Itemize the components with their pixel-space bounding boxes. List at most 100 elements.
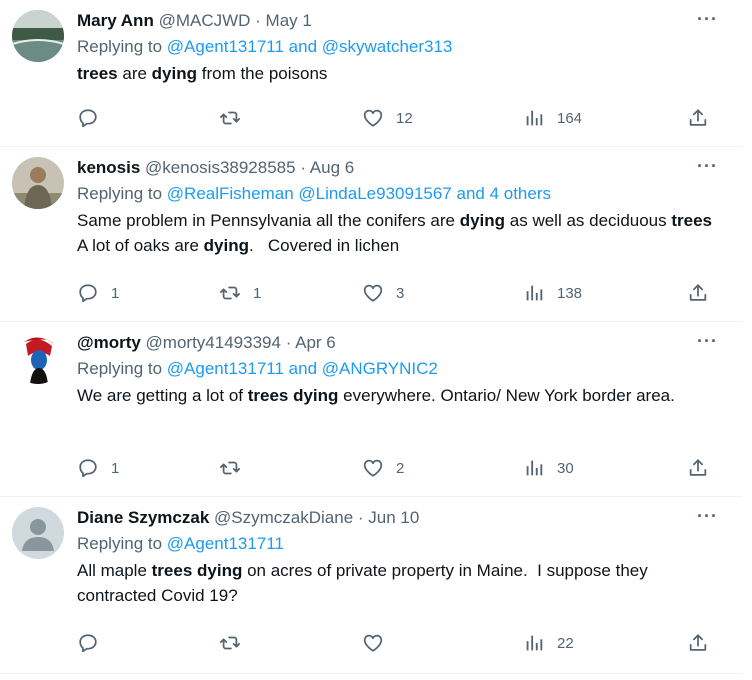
more-icon[interactable]: ··· [697,506,718,526]
like-button[interactable]: 12 [362,106,413,130]
handle[interactable]: @kenosis38928585 [145,158,296,177]
like-icon [362,107,384,129]
highlighted-term: dying [203,236,249,255]
avatar[interactable] [12,332,64,384]
share-button[interactable] [687,281,709,305]
share-icon [687,282,709,304]
highlighted-term: trees dying [151,561,243,580]
text-segment: as well as deciduous [505,211,672,230]
action-bar: 22 [77,631,718,655]
retweet-button[interactable] [219,106,253,130]
views-count: 22 [557,634,574,652]
replying-to: Replying to @Agent131711 and @ANGRYNIC2 [77,357,438,381]
like-button[interactable] [362,631,396,655]
like-icon [362,457,384,479]
retweet-icon [219,632,241,654]
replying-to: Replying to @RealFisheman @LindaLe930915… [77,182,551,206]
tweet-header: Mary Ann @MACJWD · May 1 [77,9,312,33]
tweet-text: Same problem in Pennsylvania all the con… [77,208,727,258]
mention-link[interactable]: @Agent131711 and @ANGRYNIC2 [167,359,438,378]
share-icon [687,107,709,129]
display-name[interactable]: Mary Ann [77,11,154,30]
action-bar: 1 1 3 138 [77,281,718,305]
more-icon[interactable]: ··· [697,9,718,29]
retweet-button[interactable]: 1 [219,281,261,305]
reply-count: 1 [111,459,120,477]
mention-link[interactable]: @Agent131711 and @skywatcher313 [167,37,453,56]
highlighted-term: trees [77,64,118,83]
tweet-text: trees are dying from the poisons [77,61,727,86]
replying-to: Replying to @Agent131711 and @skywatcher… [77,35,452,59]
reply-button[interactable]: 1 [77,456,119,480]
share-button[interactable] [687,631,709,655]
share-icon [687,632,709,654]
highlighted-term: trees dying [247,386,339,405]
views-icon [523,632,545,654]
tweet[interactable]: kenosis @kenosis38928585 · Aug 6 ··· Reply… [0,147,742,322]
handle[interactable]: @MACJWD [159,11,251,30]
display-name[interactable]: Diane Szymczak [77,508,209,527]
like-button[interactable]: 2 [362,456,404,480]
avatar[interactable] [12,157,64,209]
display-name[interactable]: @morty [77,333,141,352]
tweet[interactable]: Mary Ann @MACJWD · May 1 ··· Replying to @… [0,0,742,147]
reply-button[interactable] [77,106,111,130]
retweet-button[interactable] [219,456,253,480]
avatar[interactable] [12,10,64,62]
like-count: 12 [396,109,413,127]
tweet-header: kenosis @kenosis38928585 · Aug 6 [77,156,354,180]
text-segment: are [117,64,152,83]
views-icon [523,282,545,304]
text-segment: Same problem in Pennsylvania all the con… [77,211,460,230]
like-button[interactable]: 3 [362,281,404,305]
mention-link[interactable]: @RealFisheman @LindaLe93091567 and 4 oth… [167,184,551,203]
views-button[interactable]: 164 [523,106,582,130]
retweet-icon [219,282,241,304]
highlighted-term: dying [151,64,198,83]
tweet[interactable]: Diane Szymczak @SzymczakDiane · Jun 10 ··… [0,497,742,674]
views-count: 30 [557,459,574,477]
avatar[interactable] [12,507,64,559]
timestamp[interactable]: · Apr 6 [286,333,336,352]
retweet-button[interactable] [219,631,253,655]
text-segment: We are getting a lot of [77,386,248,405]
like-count: 2 [396,459,405,477]
handle[interactable]: @SzymczakDiane [214,508,353,527]
mention-link[interactable]: @Agent131711 [167,534,284,553]
views-count: 138 [557,284,583,302]
replying-label: Replying to [77,359,167,378]
handle[interactable]: @morty41493394 [146,333,281,352]
views-button[interactable]: 22 [523,631,574,655]
reply-icon [77,107,99,129]
views-button[interactable]: 30 [523,456,574,480]
tweet[interactable]: @morty @morty41493394 · Apr 6 ··· Replying… [0,322,742,497]
views-icon [523,107,545,129]
views-count: 164 [557,109,583,127]
views-button[interactable]: 138 [523,281,582,305]
timestamp[interactable]: · Aug 6 [300,158,354,177]
share-button[interactable] [687,106,709,130]
share-icon [687,457,709,479]
tweet-text: We are getting a lot of trees dying ever… [77,383,727,408]
text-segment: . Covered in lichen [248,236,400,255]
text-segment: everywhere. Ontario/ New York border are… [338,386,675,405]
like-count: 3 [396,284,405,302]
tweet-text: All maple trees dying on acres of privat… [77,558,727,608]
timestamp[interactable]: · May 1 [255,11,312,30]
text-segment: All maple [77,561,152,580]
retweet-icon [219,457,241,479]
action-bar: 12 164 [77,106,718,130]
more-icon[interactable]: ··· [697,331,718,351]
tweet-header: Diane Szymczak @SzymczakDiane · Jun 10 [77,506,419,530]
reply-button[interactable]: 1 [77,281,119,305]
like-icon [362,632,384,654]
retweet-count: 1 [253,284,262,302]
share-button[interactable] [687,456,709,480]
display-name[interactable]: kenosis [77,158,140,177]
reply-button[interactable] [77,631,111,655]
reply-icon [77,457,99,479]
reply-icon [77,632,99,654]
timestamp[interactable]: · Jun 10 [358,508,419,527]
like-icon [362,282,384,304]
more-icon[interactable]: ··· [697,156,718,176]
